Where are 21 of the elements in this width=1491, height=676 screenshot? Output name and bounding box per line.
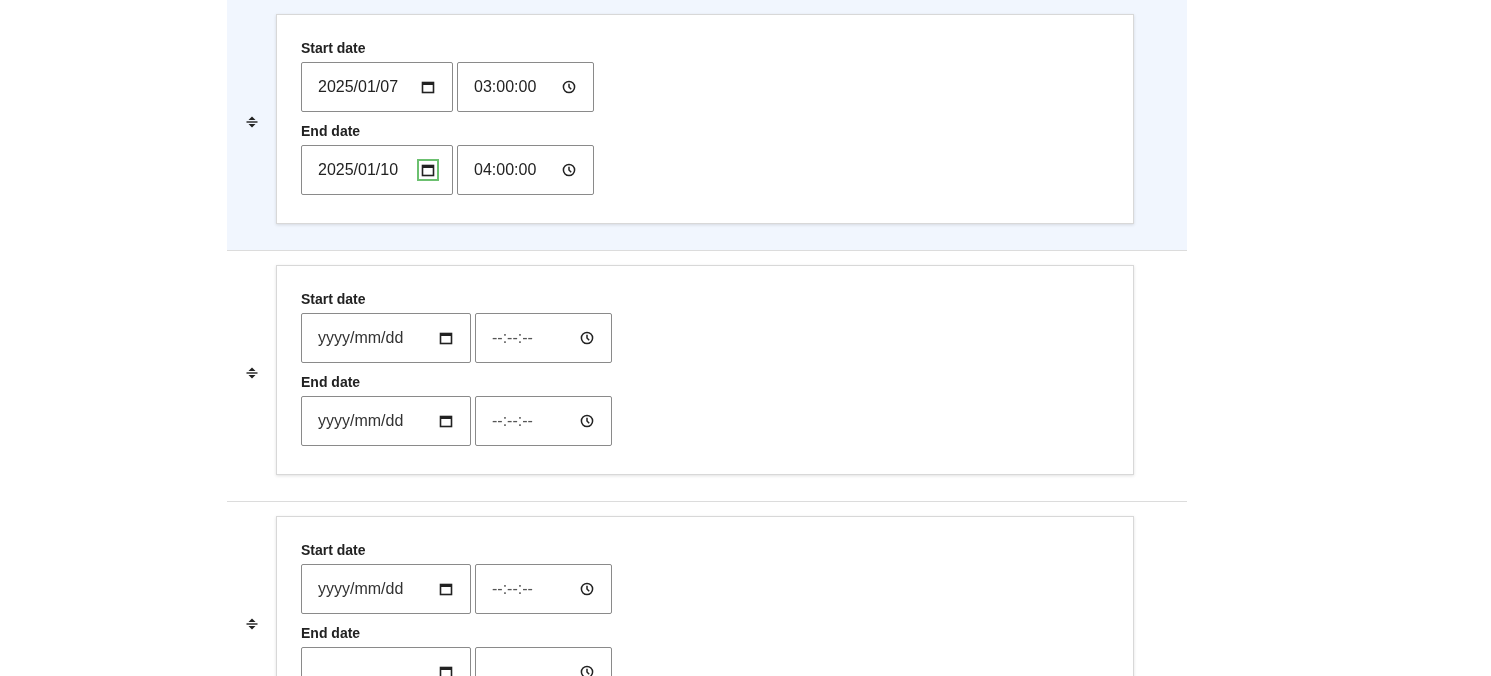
date-field[interactable]: yyyy/mm/dd <box>301 564 471 614</box>
field-label: End date <box>301 373 362 391</box>
drag-handle-icon[interactable] <box>245 617 258 631</box>
drag-handle-icon[interactable] <box>245 115 258 129</box>
field-label: End date <box>301 122 362 140</box>
time-field[interactable]: 04:00:00 <box>457 145 594 195</box>
date-field[interactable]: yyyy/mm/dd <box>301 313 471 363</box>
date-field[interactable]: 2025/01/10 <box>301 145 453 195</box>
drag-handle-icon[interactable] <box>245 366 258 380</box>
field-label: Start date <box>301 541 367 559</box>
date-field[interactable]: yyyy/mm/dd <box>301 396 471 446</box>
time-field[interactable]: --:--:-- <box>475 313 612 363</box>
time-field[interactable]: 03:00:00 <box>457 62 594 112</box>
field-label: Start date <box>301 290 367 308</box>
time-field[interactable]: --:--:-- <box>475 564 612 614</box>
time-field[interactable]: --:--:-- <box>475 396 612 446</box>
field-label: Start date <box>301 39 367 57</box>
field-label: End date <box>301 624 362 642</box>
calendar-icon[interactable] <box>418 160 438 180</box>
date-field[interactable]: 2025/01/07 <box>301 62 453 112</box>
table-row[interactable]: Start date 2025/01/07 03:00:00 End date 2025/01/10 04:00:00 <box>227 0 1187 251</box>
